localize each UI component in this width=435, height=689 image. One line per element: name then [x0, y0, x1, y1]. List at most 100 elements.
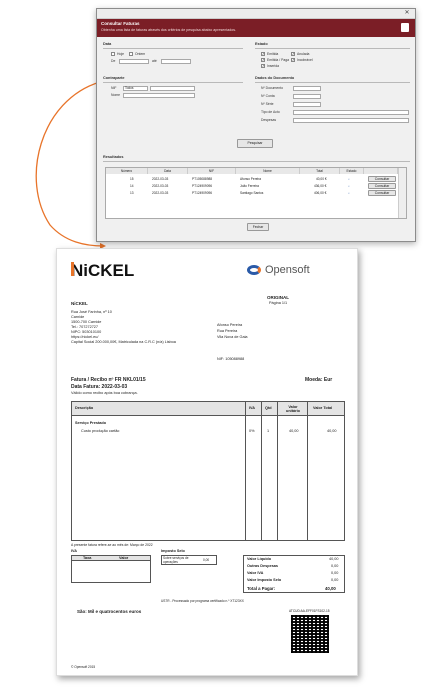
- cell-total: 40,00 €: [316, 177, 327, 181]
- cell-data: 2022-03-03: [152, 177, 169, 181]
- scrollbar[interactable]: [398, 168, 406, 218]
- col-descricao: Descrição: [75, 406, 94, 410]
- company-line: https://nickel.eu/: [71, 335, 99, 339]
- window-titlebar: ✕: [97, 9, 415, 19]
- selo-title: Imposto Selo: [161, 549, 185, 553]
- anulada-checkbox[interactable]: ✓: [291, 52, 295, 56]
- divider: [103, 82, 243, 83]
- consultar-button[interactable]: Consultar: [368, 176, 396, 182]
- client-nif: NIF: 105088988: [217, 357, 245, 361]
- nif-select[interactable]: Todos: [123, 86, 148, 91]
- divider: [103, 48, 243, 49]
- company-line: Carnide: [71, 315, 85, 319]
- col-action: [364, 168, 398, 174]
- consultar-button[interactable]: Consultar: [368, 183, 396, 189]
- fatura-title: Fatura / Recibo nº FR NKL01/15: [71, 377, 146, 383]
- divider: [277, 401, 278, 541]
- n-conta-input[interactable]: [293, 94, 321, 99]
- anulada-label: Anulada: [297, 52, 310, 56]
- nif-input[interactable]: [150, 86, 195, 91]
- divider: [307, 401, 308, 541]
- header-title: Consultar Faturas: [101, 21, 140, 26]
- section-contraparte: Contraparte: [103, 76, 125, 80]
- company-line: Capital Social 200.000,00€, Matriculada …: [71, 340, 176, 344]
- n-documento-input[interactable]: [293, 86, 321, 91]
- original-label: ORIGINAL: [267, 295, 289, 300]
- cell-nome: Santiago Santos: [240, 191, 264, 195]
- cell-total: 406,00 €: [314, 191, 327, 195]
- line-unit: 40,00: [289, 429, 299, 433]
- total-value: 0,00: [331, 564, 339, 568]
- table-row[interactable]: 14 2022-03-03 PT124909096 João Ferreira …: [106, 183, 398, 190]
- section-resultados: Resultados: [103, 155, 124, 159]
- service-group: Serviço Prestado: [75, 421, 107, 425]
- document-icon: [401, 23, 409, 32]
- inserida-label: Inserida: [267, 64, 280, 68]
- ontem-label: Ontem: [135, 52, 146, 56]
- consultar-faturas-window: ✕ Consultar Faturas Obtenha uma lista de…: [96, 8, 416, 242]
- emitida-label: Emitida: [267, 52, 279, 56]
- n-serie-label: Nº Série: [261, 102, 274, 106]
- atcud-label: ATCUD:AA-EFF01FS102-15: [289, 609, 330, 613]
- section-data: Data: [103, 42, 112, 46]
- section-dados-documento: Dados do Documento: [255, 76, 295, 80]
- tipo-acto-label: Tipo de Acto: [261, 110, 280, 114]
- col-total: Total: [300, 168, 340, 174]
- nickel-logo-mark: [71, 262, 81, 276]
- client-line: Afonso Pereira: [217, 323, 243, 327]
- lines-table: [71, 401, 345, 541]
- opensoft-logo-icon: [247, 265, 261, 275]
- table-row[interactable]: 13 2022-03-03 PT124909096 Santiago Santo…: [106, 190, 398, 197]
- col-numero: Número: [106, 168, 148, 174]
- despesas-select[interactable]: [293, 118, 409, 123]
- incobravel-label: Incobrável: [297, 58, 313, 62]
- total-label: Valor Líquido: [247, 557, 272, 561]
- cell-nif: PT124909096: [192, 184, 213, 188]
- nif-label: NIF: [111, 86, 117, 90]
- ate-label: até: [152, 59, 157, 63]
- emitida-checkbox[interactable]: ✓: [261, 52, 265, 56]
- processado-note: US7R - Processado por programa certifica…: [161, 599, 244, 603]
- pesquisar-button[interactable]: Pesquisar: [237, 139, 273, 148]
- estado-icon: ⌕: [348, 184, 350, 188]
- nome-input[interactable]: [123, 93, 195, 98]
- estado-icon: ⌕: [348, 191, 350, 195]
- col-qtd: Qtd: [265, 406, 272, 410]
- total-label: Valor Imposto Selo: [247, 578, 282, 582]
- col-valor-total: Valor Total: [313, 406, 333, 410]
- fechar-button[interactable]: Fechar: [247, 223, 269, 231]
- inserida-checkbox[interactable]: ✓: [261, 64, 265, 68]
- date-from-input[interactable]: [119, 59, 149, 64]
- n-documento-label: Nº Documento: [261, 86, 283, 90]
- cell-nif: PT124909096: [192, 191, 213, 195]
- table-row[interactable]: 15 2022-03-03 PT105088988 Afonso Pereira…: [106, 176, 398, 183]
- window-header: Consultar Faturas Obtenha uma lista de f…: [97, 19, 415, 37]
- date-to-input[interactable]: [161, 59, 191, 64]
- iva-title: IVA: [71, 549, 78, 553]
- ontem-checkbox[interactable]: [129, 52, 133, 56]
- despesas-label: Despesas: [261, 118, 277, 122]
- total-label: Outras Despesas: [247, 564, 279, 568]
- n-serie-input[interactable]: [293, 102, 321, 107]
- emitida-paga-checkbox[interactable]: ✓: [261, 58, 265, 62]
- col-estado: Estado: [340, 168, 364, 174]
- consultar-button[interactable]: Consultar: [368, 190, 396, 196]
- col-nome: Nome: [236, 168, 300, 174]
- qr-code: [291, 615, 329, 653]
- nome-label: Nome: [111, 93, 121, 97]
- data-fatura: Data Fatura: 2022-03-03: [71, 384, 128, 390]
- pagina-label: Página 1/1: [269, 301, 288, 305]
- col-valor-unitario: Valor unitário: [286, 405, 300, 413]
- tipo-acto-select[interactable]: [293, 110, 409, 115]
- divider: [261, 401, 262, 541]
- section-estado: Estado: [255, 42, 268, 46]
- cell-numero: 15: [130, 177, 134, 181]
- moeda-label: Moeda: Eur: [305, 377, 333, 383]
- close-icon[interactable]: ✕: [403, 10, 411, 17]
- col-nif: NIF: [188, 168, 236, 174]
- hoje-checkbox[interactable]: [111, 52, 115, 56]
- cell-nome: Afonso Pereira: [240, 177, 262, 181]
- total-value: 0,00: [331, 571, 339, 575]
- cell-total: 436,00 €: [314, 184, 327, 188]
- incobravel-checkbox[interactable]: ✓: [291, 58, 295, 62]
